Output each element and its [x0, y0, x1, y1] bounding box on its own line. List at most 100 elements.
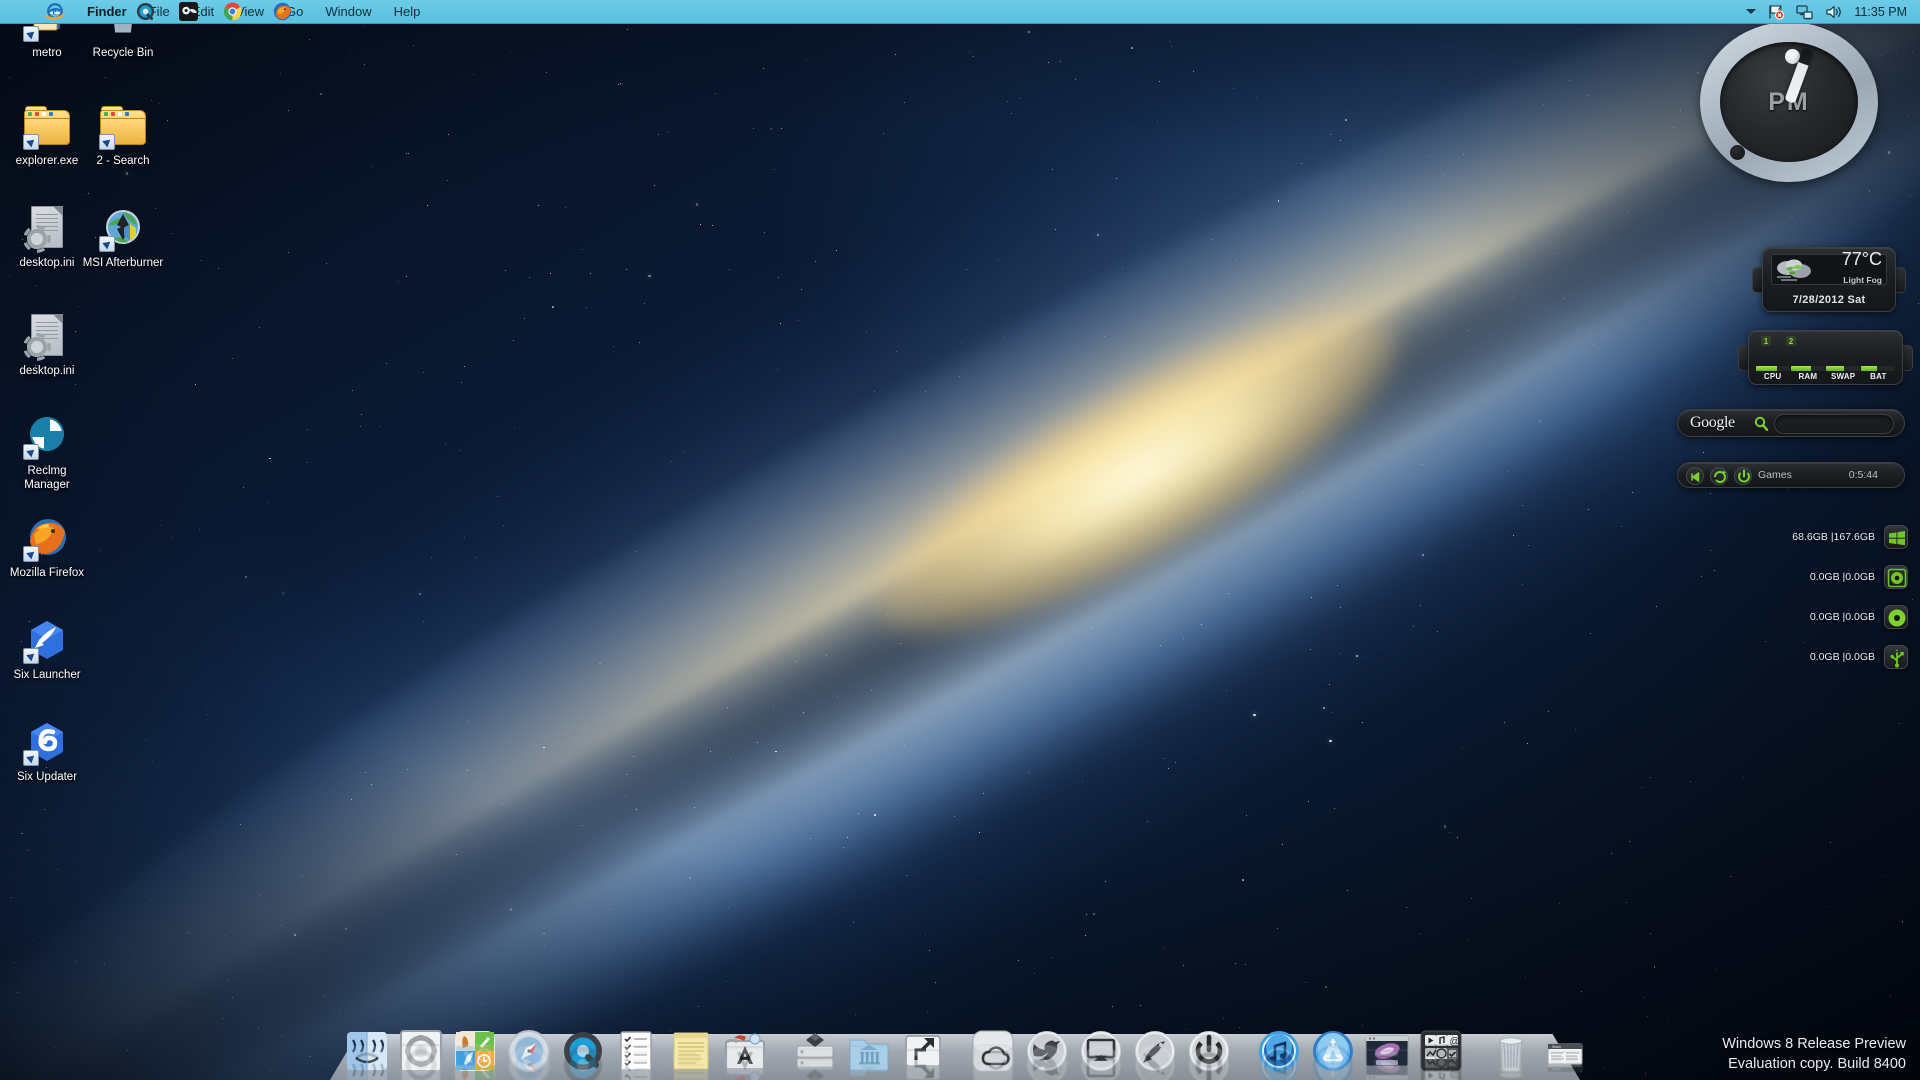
desktop-icon-msi-afterburner[interactable]: MSI Afterburner: [80, 204, 166, 270]
desktop-icon-label: explorer.exe: [15, 155, 79, 167]
desktop-icon-mozilla-firefox[interactable]: Mozilla Firefox: [4, 514, 90, 580]
watermark-line-1: Windows 8 Release Preview: [1722, 1036, 1906, 1052]
network-icon[interactable]: [1796, 4, 1814, 20]
meter-label: CPU: [1763, 372, 1782, 381]
dock-item-appstore-crate[interactable]: [722, 1028, 768, 1080]
dock-item-itunes-note[interactable]: [1256, 1028, 1302, 1080]
shortcut-overlay-icon: [23, 26, 39, 42]
drive-widget-usb[interactable]: 0.0GB |0.0GB: [1810, 645, 1908, 669]
weather-widget[interactable]: 77°C Light Fog 7/28/2012 Sat: [1752, 247, 1906, 312]
menu-item-view[interactable]: View: [223, 0, 275, 24]
menu-bar-left: e Finder File Edit View Go Window Help: [0, 0, 431, 24]
menu-item-help[interactable]: Help: [383, 0, 432, 24]
dock-item-power[interactable]: [1186, 1028, 1232, 1080]
dock-item-appstore-a[interactable]: [1310, 1028, 1356, 1080]
dock-item-rocket[interactable]: [1132, 1028, 1178, 1080]
drive-widget-optical-1[interactable]: 0.0GB |0.0GB: [1810, 565, 1908, 589]
dock-item-quicktime[interactable]: [560, 1028, 606, 1080]
weather-widget-body: 77°C Light Fog 7/28/2012 Sat: [1762, 247, 1896, 312]
dock-icon-reflection: [344, 1046, 390, 1080]
drive-capacity-label: 0.0GB |0.0GB: [1809, 611, 1875, 623]
show-hidden-icons-caret[interactable]: [1746, 9, 1757, 14]
system-monitor-body: 1 2 CPU RAM SWAP BAT: [1748, 330, 1903, 385]
desktop-icon-explorer-exe[interactable]: explorer.exe: [4, 102, 90, 168]
dock-item-checklist[interactable]: [614, 1028, 660, 1080]
dock-icon-reflection: Stack: [1542, 1051, 1588, 1080]
desktop-icon-label: Reclmg Manager: [24, 465, 70, 491]
google-chrome-icon: [223, 2, 242, 21]
magnifier-icon[interactable]: [1754, 416, 1769, 431]
svg-text:@: @: [1450, 1069, 1460, 1080]
desktop-icon-2-search[interactable]: 2 - Search: [80, 102, 166, 168]
desktop-icon-label: Recycle Bin: [92, 47, 154, 59]
dock-item-airplay[interactable]: [1078, 1028, 1124, 1080]
power-icon[interactable]: [1734, 467, 1752, 485]
back-arrow-icon[interactable]: [1686, 467, 1704, 485]
ini-file-icon: [23, 204, 71, 252]
dock-item-library-folder[interactable]: [846, 1028, 892, 1077]
dock-item-desktop-preview[interactable]: [1364, 1028, 1410, 1080]
weather-date: 7/28/2012 Sat: [1792, 294, 1866, 306]
cpu-core-label-1: 1: [1761, 336, 1771, 346]
menu-item-file[interactable]: File: [136, 0, 181, 24]
drive-widget-windows[interactable]: 68.6GB |167.6GB: [1792, 525, 1908, 549]
dock-item-harddisk[interactable]: [792, 1028, 838, 1080]
dock-icon-reflection: [452, 1045, 498, 1080]
dock-icon-reflection: [614, 1045, 660, 1080]
meter-swap: SWAP: [1826, 366, 1861, 381]
desktop-icon-desktop-ini-1[interactable]: desktop.ini: [4, 204, 90, 270]
dock-item-compass[interactable]: [506, 1028, 552, 1080]
internet-explorer-logo[interactable]: e: [44, 2, 66, 22]
dock-icon-reflection: [722, 1046, 768, 1080]
media-widget[interactable]: Games 0:5:44: [1677, 462, 1905, 488]
action-center-flag-icon[interactable]: [1767, 4, 1785, 20]
shortcut-overlay-icon: [99, 134, 115, 150]
desktop-icon-six-updater[interactable]: Six Updater: [4, 718, 90, 784]
six-launcher-icon: [23, 616, 71, 664]
desktop-icon-label: Six Updater: [16, 771, 78, 783]
dock-icon-reflection: [1078, 1045, 1124, 1080]
clock-widget[interactable]: PM: [1700, 22, 1878, 182]
dock-item-launchpad[interactable]: [452, 1028, 498, 1080]
drive-capacity-label: 0.0GB |0.0GB: [1809, 651, 1875, 663]
desktop-icon-label: metro: [32, 47, 62, 59]
drive-widget-optical-2[interactable]: 0.0GB |0.0GB: [1810, 605, 1908, 629]
loop-icon[interactable]: [1710, 467, 1728, 485]
menu-item-window[interactable]: Window: [314, 0, 382, 24]
desktop-icon-desktop-ini-2[interactable]: desktop.ini: [4, 312, 90, 378]
reclmg-manager-icon: [23, 412, 71, 460]
dock-icon-reflection: [506, 1044, 552, 1080]
desktop-icon-six-launcher[interactable]: Six Launcher: [4, 616, 90, 682]
volume-icon[interactable]: [1825, 4, 1843, 20]
windows-watermark: Windows 8 Release Preview Evaluation cop…: [1722, 1034, 1906, 1074]
windows-drive-icon: [1884, 525, 1908, 549]
media-time: 0:5:44: [1848, 469, 1878, 481]
folder-shortcut-icon: [23, 102, 71, 150]
tray-clock[interactable]: 11:35 PM: [1854, 5, 1907, 19]
dock-item-stack[interactable]: Stack Stack: [1542, 1028, 1588, 1074]
dock-icon-reflection: [792, 1048, 838, 1080]
dock-item-finder[interactable]: [344, 1028, 390, 1080]
weather-condition: Light Fog: [1843, 275, 1882, 285]
google-search-widget[interactable]: Google: [1677, 409, 1905, 437]
dock-item-trash[interactable]: [1488, 1028, 1534, 1079]
menu-item-finder[interactable]: Finder: [76, 0, 138, 24]
dock-item-share-arrow[interactable]: [900, 1028, 946, 1080]
dock-item-dashboard-grid[interactable]: @ @: [1418, 1028, 1464, 1080]
google-search-input[interactable]: [1774, 414, 1894, 434]
menu-item-edit[interactable]: Edit: [178, 0, 225, 24]
menu-item-go[interactable]: Go: [273, 0, 314, 24]
dock-icon-reflection: [1256, 1045, 1302, 1080]
cpu-core-labels: 1 2: [1761, 336, 1796, 346]
dock-item-notepad[interactable]: [668, 1028, 714, 1080]
dock-item-cloud[interactable]: [970, 1028, 1016, 1080]
dock-item-gear[interactable]: [398, 1028, 444, 1080]
system-monitor-widget[interactable]: 1 2 CPU RAM SWAP BAT: [1738, 330, 1913, 385]
menu-item-label: Finder: [87, 4, 127, 19]
dock-icon-reflection: [1488, 1044, 1534, 1080]
shortcut-overlay-icon: [23, 444, 39, 460]
shortcut-overlay-icon: [23, 546, 39, 562]
dock-item-bird[interactable]: [1024, 1028, 1070, 1080]
desktop-icon-reclmg-manager[interactable]: Reclmg Manager: [4, 412, 90, 492]
six-updater-icon: [23, 718, 71, 766]
